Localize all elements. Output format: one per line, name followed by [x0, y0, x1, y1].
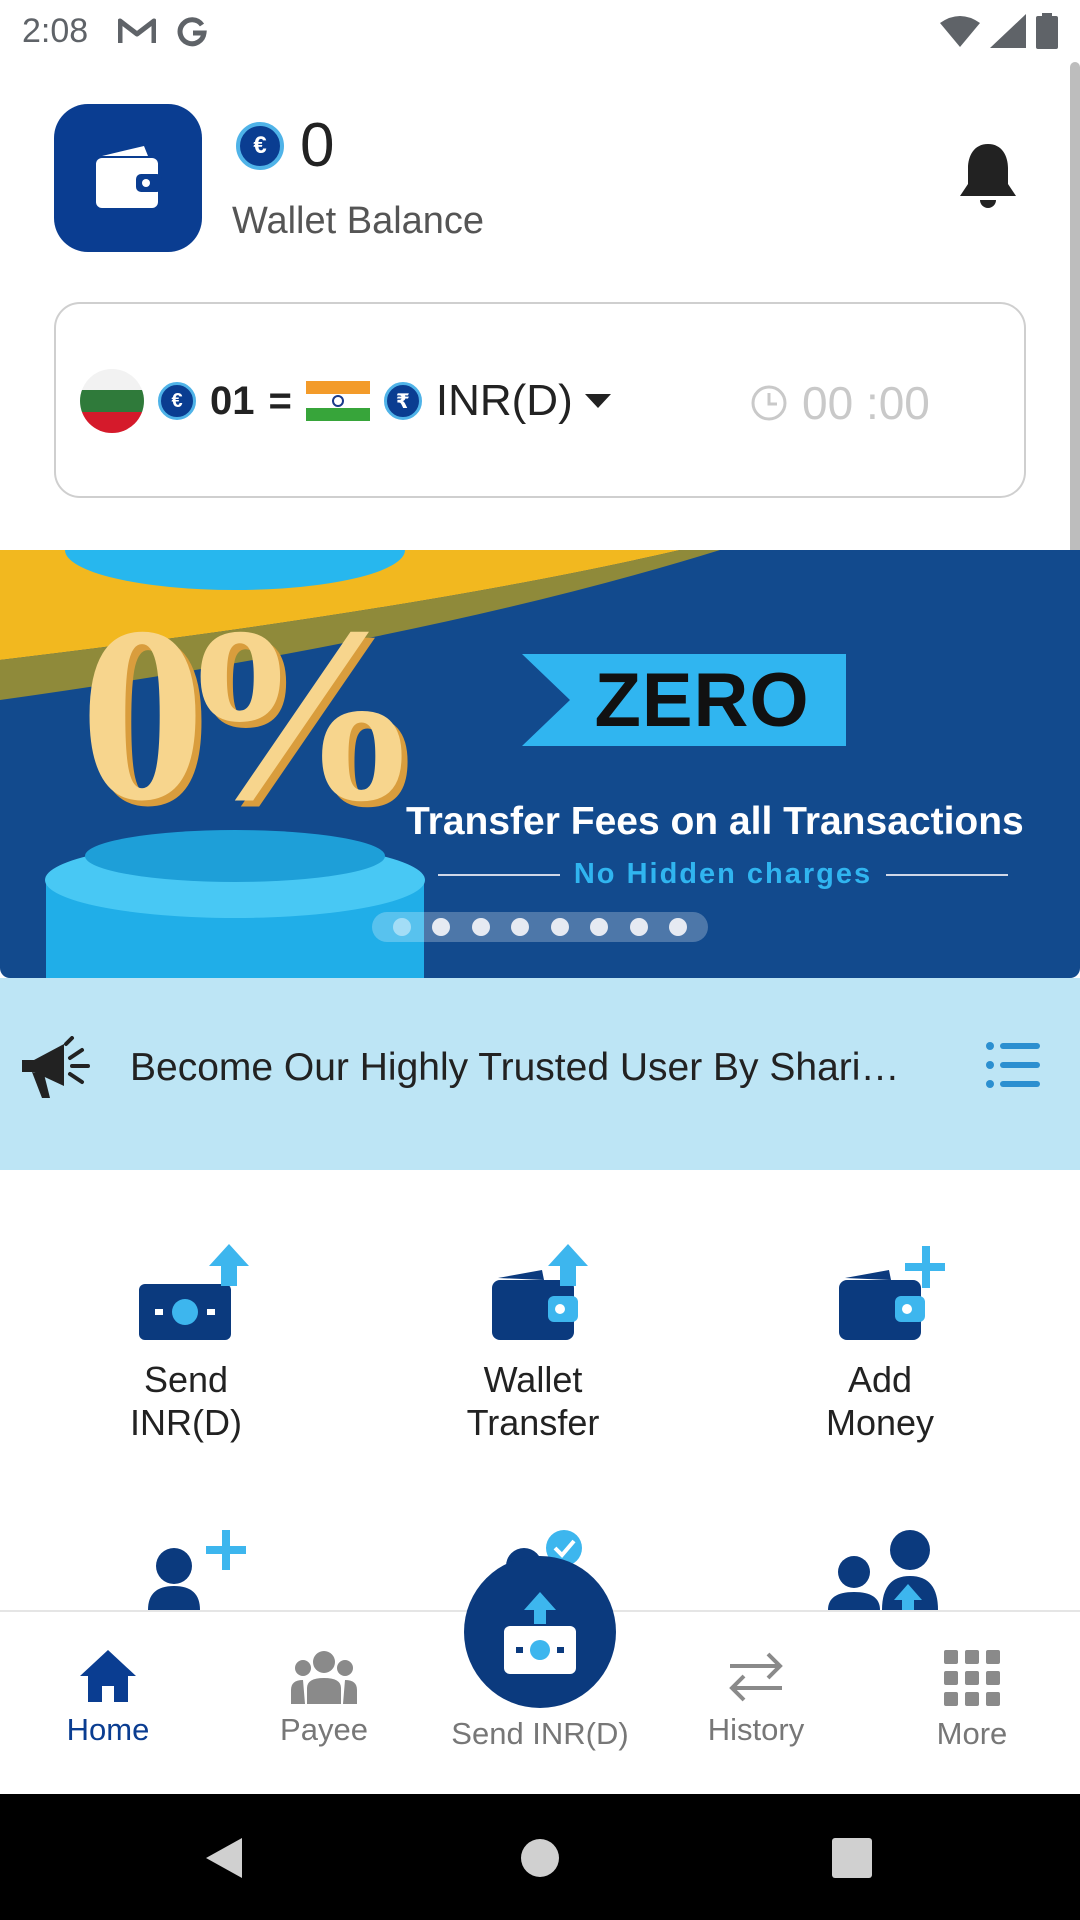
zero-tag: ZERO	[522, 654, 846, 746]
grid-icon	[944, 1650, 1000, 1706]
nav-home[interactable]: Home	[8, 1648, 208, 1748]
wallet-balance-label: Wallet Balance	[232, 200, 485, 242]
home-circle-icon[interactable]	[520, 1838, 560, 1878]
send-money-icon	[139, 1244, 249, 1340]
promo-banner[interactable]: 0% ZERO Transfer Fees on all Transaction…	[0, 550, 1080, 978]
carousel-dot[interactable]	[550, 918, 569, 936]
carousel-dot[interactable]	[392, 918, 411, 936]
battery-icon	[1036, 13, 1058, 49]
wallet-icon	[96, 146, 162, 208]
target-currency-label[interactable]: INR(D)	[436, 376, 573, 426]
rupee-coin-icon: ₹	[383, 382, 422, 420]
rate-timer: 00 :00	[750, 376, 930, 430]
add-group-icon[interactable]	[822, 1528, 942, 1610]
bulgaria-flag-icon	[80, 369, 144, 433]
euro-coin-icon: €	[158, 382, 196, 420]
home-icon	[80, 1650, 136, 1702]
signal-icon	[990, 14, 1026, 48]
clock-icon	[751, 385, 787, 421]
nav-payee[interactable]: Payee	[224, 1648, 424, 1748]
google-icon	[177, 17, 207, 47]
nav-payee-label: Payee	[280, 1712, 368, 1747]
chevron-down-icon[interactable]	[584, 394, 611, 408]
nav-history-label: History	[707, 1712, 805, 1747]
add-money-action[interactable]: Add Money	[750, 1244, 1010, 1444]
wallet-balance-value: 0	[300, 111, 335, 180]
announcement-text: Become Our Highly Trusted User By Sharin…	[130, 1046, 920, 1089]
nav-more-label: More	[936, 1716, 1008, 1751]
nav-history[interactable]: History	[656, 1648, 856, 1748]
gmail-icon	[118, 18, 157, 43]
send-inr-fab[interactable]	[464, 1556, 616, 1708]
zero-tag-text: ZERO	[594, 657, 810, 743]
india-flag-icon	[305, 381, 370, 421]
status-time: 2:08	[22, 11, 89, 50]
action-label-line: INR(D)	[130, 1402, 242, 1443]
carousel-dot[interactable]	[511, 918, 530, 936]
divider	[886, 873, 1008, 876]
action-label-line: Wallet	[483, 1359, 583, 1400]
megaphone-icon	[22, 1036, 90, 1098]
add-money-icon	[839, 1246, 945, 1340]
wifi-icon	[940, 16, 980, 47]
back-icon[interactable]	[204, 1836, 244, 1880]
add-payee-icon[interactable]	[144, 1530, 254, 1610]
list-icon[interactable]	[986, 1040, 1040, 1090]
send-money-icon	[504, 1592, 576, 1674]
wallet-logo	[54, 104, 202, 252]
rate-equals-sign: =	[268, 378, 292, 423]
announcement-bar[interactable]: Become Our Highly Trusted User By Sharin…	[0, 978, 1080, 1170]
nav-send-inr-label[interactable]: Send INR(D)	[440, 1716, 640, 1752]
action-label-line: Transfer	[466, 1402, 600, 1443]
divider	[438, 873, 560, 876]
send-inr-action[interactable]: Send INR(D)	[56, 1244, 316, 1444]
action-label-line: Money	[825, 1402, 935, 1443]
status-bar: 2:08	[0, 0, 1080, 62]
carousel-dot[interactable]	[432, 918, 451, 936]
carousel-dot[interactable]	[471, 918, 490, 936]
action-label-line: Add	[847, 1359, 913, 1400]
carousel-dot[interactable]	[669, 918, 688, 936]
zero-percent-graphic: 0%	[80, 580, 425, 860]
recents-icon[interactable]	[832, 1838, 872, 1878]
notification-bell-icon[interactable]	[954, 140, 1022, 212]
nav-more[interactable]: More	[872, 1648, 1072, 1752]
exchange-rate-row: € 01 = ₹ INR(D)	[80, 368, 611, 434]
rate-from-amount: 01	[210, 378, 255, 423]
euro-coin-icon: €	[236, 121, 284, 170]
carousel-dot[interactable]	[590, 918, 609, 936]
banner-subline: No Hidden charges	[438, 858, 1008, 891]
balance-row: € 0	[236, 110, 334, 181]
carousel-indicator[interactable]	[372, 912, 708, 942]
carousel-dot[interactable]	[629, 918, 648, 936]
add-money-label: Add Money	[750, 1358, 1010, 1444]
system-navigation-bar	[0, 1794, 1080, 1920]
zero-percent-text: 0%	[80, 576, 425, 853]
swap-arrows-icon	[729, 1652, 783, 1702]
nav-home-label: Home	[66, 1712, 150, 1747]
wallet-transfer-action[interactable]: Wallet Transfer	[403, 1244, 663, 1444]
wallet-transfer-label: Wallet Transfer	[403, 1358, 663, 1444]
banner-subline-text: No Hidden charges	[573, 858, 873, 890]
wallet-transfer-icon	[492, 1244, 588, 1340]
group-icon	[291, 1651, 357, 1704]
banner-headline: Transfer Fees on all Transactions	[406, 800, 1024, 843]
action-label-line: Send	[143, 1359, 229, 1400]
send-inr-label: Send INR(D)	[56, 1358, 316, 1444]
rate-timer-value: 00 :00	[802, 377, 930, 429]
exchange-rate-card[interactable]: € 01 = ₹ INR(D) 00 :00	[54, 302, 1026, 498]
